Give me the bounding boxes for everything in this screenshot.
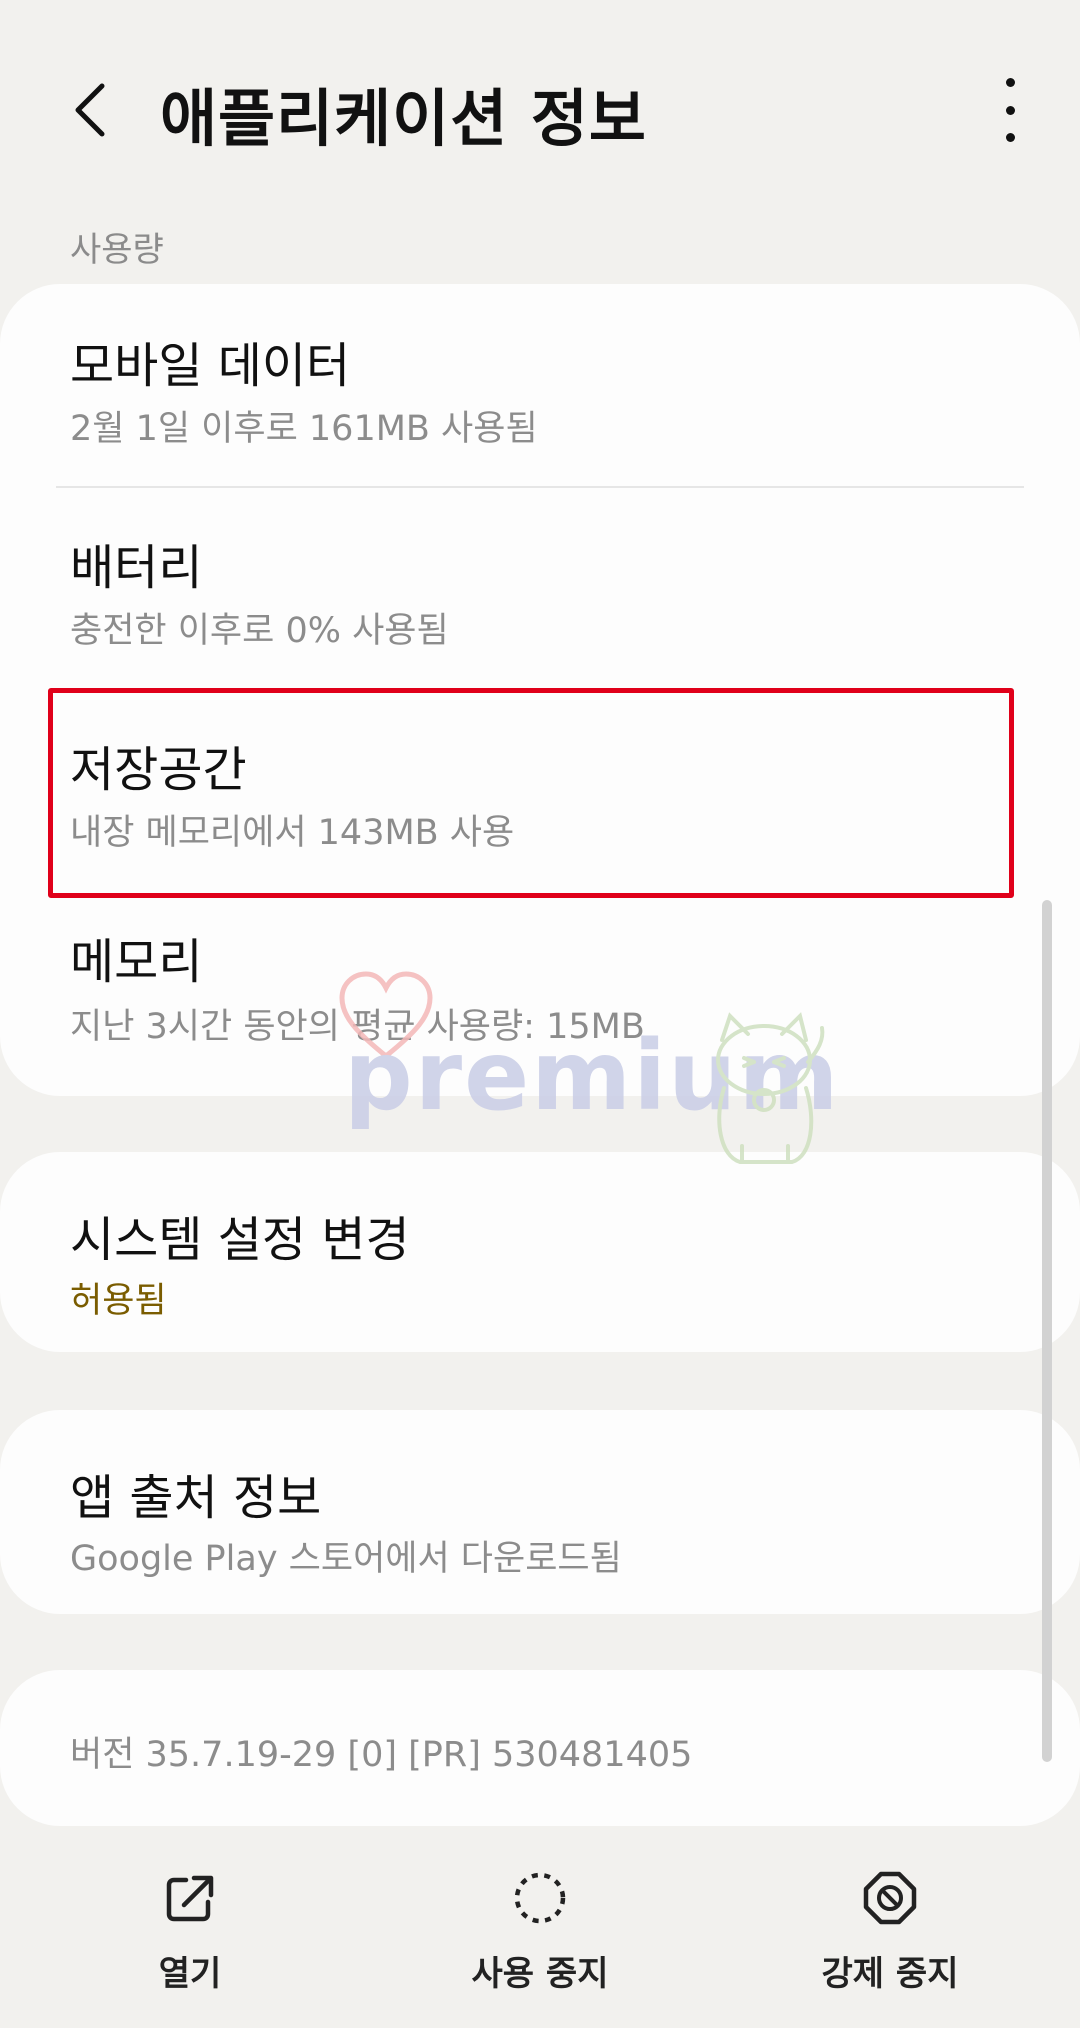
- open-button[interactable]: 열기: [60, 1870, 320, 2010]
- app-info-screen: 애플리케이션 정보 사용량 모바일 데이터 2월 1일 이후로 161MB 사용…: [0, 0, 1080, 2028]
- system-settings-card[interactable]: 시스템 설정 변경 허용됨: [0, 1152, 1080, 1352]
- more-options-button[interactable]: [990, 78, 1030, 142]
- watermark: premium: [330, 970, 850, 1170]
- more-dot-icon: [1005, 105, 1015, 115]
- open-external-icon: [162, 1870, 218, 1926]
- disable-label: 사용 중지: [471, 1954, 609, 1994]
- item-subtitle: 2월 1일 이후로 161MB 사용됨: [70, 409, 538, 449]
- scrollbar[interactable]: [1042, 900, 1052, 1762]
- item-title: 시스템 설정 변경: [70, 1212, 410, 1268]
- item-subtitle: Google Play 스토어에서 다운로드됨: [70, 1539, 622, 1579]
- more-dot-icon: [1005, 78, 1015, 87]
- item-title: 배터리: [70, 540, 203, 596]
- more-dot-icon: [1005, 133, 1015, 142]
- item-title: 메모리: [70, 934, 203, 990]
- item-subtitle: 충전한 이후로 0% 사용됨: [70, 611, 449, 651]
- top-app-bar: 애플리케이션 정보: [0, 0, 1080, 220]
- back-arrow-icon: [75, 83, 105, 137]
- bottom-action-bar: 열기 사용 중지 강제 중지: [0, 1840, 1080, 2028]
- item-title: 앱 출처 정보: [70, 1470, 322, 1526]
- back-button[interactable]: [60, 70, 120, 150]
- disable-button[interactable]: 사용 중지: [410, 1870, 670, 2010]
- list-item-mobile-data[interactable]: 모바일 데이터 2월 1일 이후로 161MB 사용됨: [0, 284, 1080, 486]
- item-title: 모바일 데이터: [70, 338, 351, 394]
- lucky-cat-icon: [716, 1012, 825, 1164]
- highlight-box: [48, 688, 1014, 898]
- force-stop-label: 강제 중지: [821, 1954, 959, 1994]
- page-title: 애플리케이션 정보: [160, 82, 647, 155]
- force-stop-button[interactable]: 강제 중지: [760, 1870, 1020, 2010]
- item-subtitle-allowed: 허용됨: [70, 1281, 167, 1321]
- version-text: 버전 35.7.19-29 [0] [PR] 530481405: [70, 1735, 693, 1775]
- app-source-card[interactable]: 앱 출처 정보 Google Play 스토어에서 다운로드됨: [0, 1410, 1080, 1614]
- section-label-usage: 사용량: [70, 230, 164, 270]
- dashed-circle-icon: [512, 1870, 568, 1926]
- open-label: 열기: [158, 1954, 222, 1994]
- version-card: 버전 35.7.19-29 [0] [PR] 530481405: [0, 1670, 1080, 1826]
- list-item-battery[interactable]: 배터리 충전한 이후로 0% 사용됨: [0, 488, 1080, 688]
- force-stop-icon: [862, 1870, 918, 1926]
